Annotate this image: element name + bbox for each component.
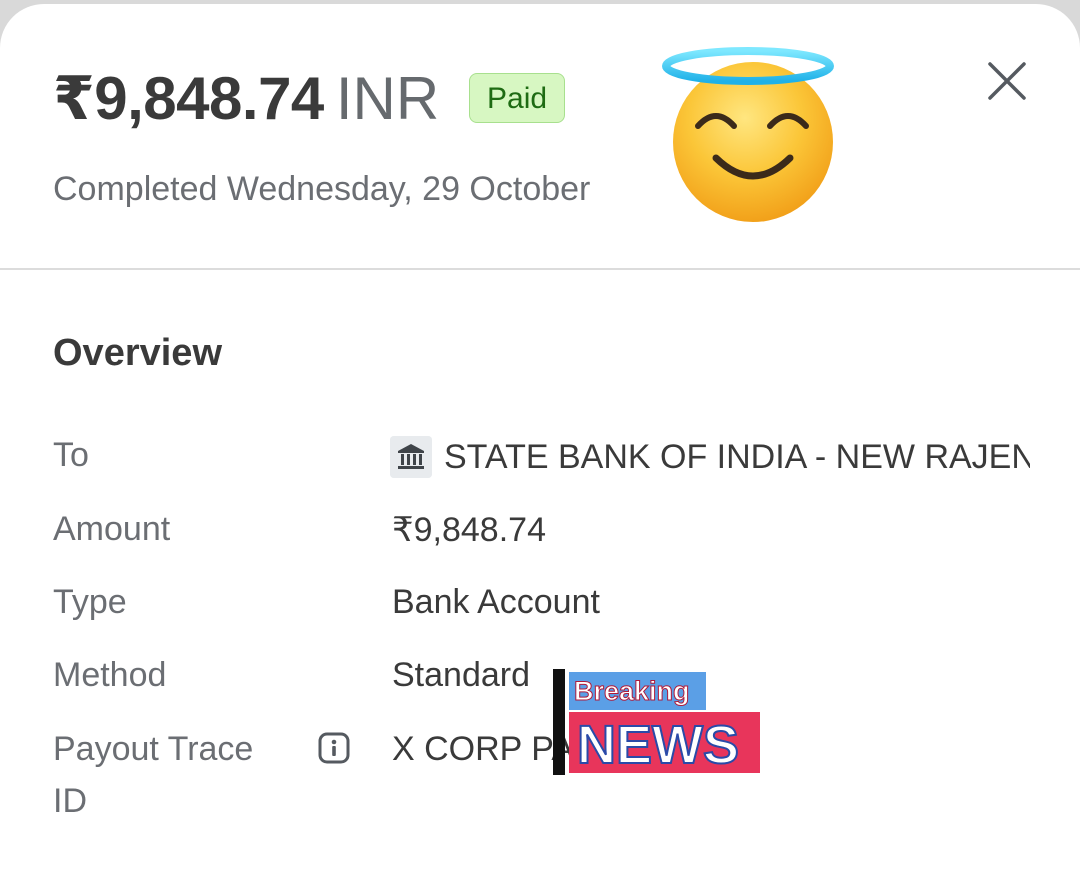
recipient-bank: STATE BANK OF INDIA - NEW RAJENDRA NAGAR [390, 434, 1030, 480]
payment-header: ₹9,848.74 INR Paid Completed Wednesday, … [0, 4, 1080, 268]
recipient-bank-name: STATE BANK OF INDIA - NEW RAJENDRA NAGAR [444, 437, 1030, 476]
status-badge: Paid [469, 73, 566, 123]
payment-detail-sheet: ₹9,848.74 INR Paid Completed Wednesday, … [0, 4, 1080, 881]
bank-icon [390, 436, 432, 478]
payout-trace-value: X CORP PA [392, 730, 575, 768]
amount-value: ₹9,848.74 [392, 511, 546, 549]
amount-row: ₹9,848.74 INR [53, 64, 439, 134]
payout-trace-label-line1: Payout Trace [53, 730, 254, 768]
method-value: Standard [392, 656, 530, 694]
payment-amount: ₹9,848.74 [53, 65, 324, 132]
method-label: Method [53, 656, 167, 694]
info-icon[interactable] [318, 732, 350, 764]
completion-date: Completed Wednesday, 29 October [53, 170, 591, 208]
to-label: To [53, 436, 89, 474]
smiling-face-with-halo-icon [662, 47, 834, 222]
overview-title: Overview [53, 332, 222, 374]
currency-code: INR [335, 65, 440, 132]
amount-label: Amount [53, 510, 171, 548]
type-label: Type [53, 583, 127, 621]
sticker-top-text: Breaking [574, 676, 690, 706]
breaking-news-sticker: Breaking NEWS [553, 669, 760, 776]
payout-trace-label-line2: ID [53, 782, 87, 820]
header-divider [0, 268, 1080, 270]
sticker-bottom-text: NEWS [577, 715, 739, 775]
type-value: Bank Account [392, 583, 600, 621]
close-icon[interactable] [982, 56, 1032, 106]
